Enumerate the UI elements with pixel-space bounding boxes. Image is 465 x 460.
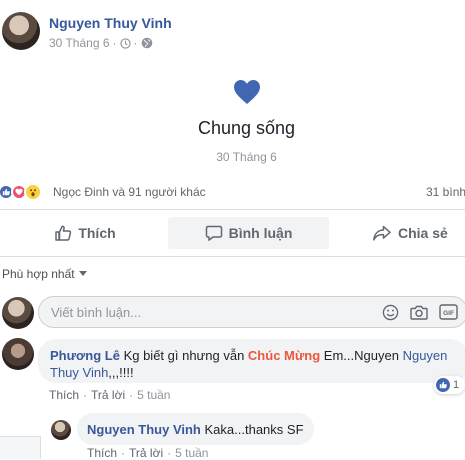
comment-button-label: Bình luận	[228, 225, 293, 241]
divider	[0, 256, 465, 257]
comment-input[interactable]: Viết bình luận... GIF	[38, 296, 465, 328]
like-reaction-icon	[436, 378, 450, 392]
heart-icon	[233, 79, 261, 110]
comments-count[interactable]: 31 bình	[426, 185, 465, 199]
separator-dot: ·	[112, 36, 117, 50]
separator-dot: ·	[133, 36, 138, 50]
comment-author[interactable]: Phương Lê	[50, 348, 120, 363]
separator-dot: ·	[83, 388, 88, 402]
comment-highlight-text: Chúc Mừng	[247, 348, 321, 363]
comment-text: Kg biết gì nhưng vẫn	[123, 348, 245, 363]
separator-dot: ·	[129, 388, 134, 402]
reply-text: Kaka...thanks SF	[204, 422, 304, 437]
comment-text: ,,,!!!!	[108, 365, 134, 380]
reply-bubble: Nguyen Thuy Vinh Kaka...thanks SF	[77, 413, 314, 445]
post-content-date: 30 Tháng 6	[216, 150, 277, 164]
speech-bubble-icon	[205, 224, 223, 242]
comment-time[interactable]: 5 tuần	[137, 388, 170, 402]
comment-reply-link[interactable]: Trả lời	[91, 388, 125, 402]
share-button-label: Chia sẻ	[398, 225, 448, 241]
share-arrow-icon	[372, 224, 392, 242]
post-content-title: Chung sống	[197, 118, 296, 138]
reply-author-avatar[interactable]	[51, 420, 71, 440]
comment-input-placeholder: Viết bình luận...	[51, 305, 142, 320]
emoji-icon[interactable]	[382, 304, 399, 321]
comment-like-link[interactable]: Thích	[49, 388, 79, 402]
like-button-label: Thích	[78, 225, 116, 241]
clock-icon	[119, 37, 131, 49]
post-date[interactable]: 30 Tháng 6	[49, 36, 110, 50]
comment-text: Em...Nguyen	[323, 348, 399, 363]
like-button[interactable]: Thích	[20, 217, 150, 249]
reply-author[interactable]: Nguyen Thuy Vinh	[87, 422, 201, 437]
thumbs-up-icon	[54, 224, 72, 242]
divider	[0, 209, 465, 210]
gif-icon[interactable]: GIF	[439, 304, 458, 320]
comment-actions: Thích · Trả lời · 5 tuần	[49, 388, 170, 402]
reaction-summary[interactable]: Ngọc Đinh và 91 người khác	[53, 185, 206, 199]
comment-reaction-count: 1	[453, 379, 460, 391]
sort-label: Phù hợp nhất	[2, 267, 75, 281]
post-author-name[interactable]: Nguyen Thuy Vinh	[49, 15, 172, 31]
author-avatar[interactable]	[2, 12, 40, 50]
commenter-avatar[interactable]	[2, 338, 34, 370]
chat-panel-edge	[0, 436, 41, 459]
comment-bubble: Phương Lê Kg biết gì nhưng vẫn Chúc Mừng…	[38, 339, 465, 383]
comment-sort-dropdown[interactable]: Phù hợp nhất	[2, 267, 87, 281]
caret-down-icon	[78, 271, 87, 277]
share-button[interactable]: Chia sẻ	[372, 217, 465, 249]
svg-text:GIF: GIF	[443, 310, 454, 317]
camera-icon[interactable]	[410, 304, 428, 321]
current-user-avatar[interactable]	[2, 297, 34, 329]
globe-icon[interactable]	[141, 37, 153, 49]
comment-reaction-badge[interactable]: 1	[434, 376, 465, 394]
comment-button[interactable]: Bình luận	[168, 217, 329, 249]
reaction-icons[interactable]	[0, 183, 42, 201]
wow-reaction-icon	[24, 183, 42, 201]
post-meta: 30 Tháng 6 · ·	[49, 36, 153, 50]
